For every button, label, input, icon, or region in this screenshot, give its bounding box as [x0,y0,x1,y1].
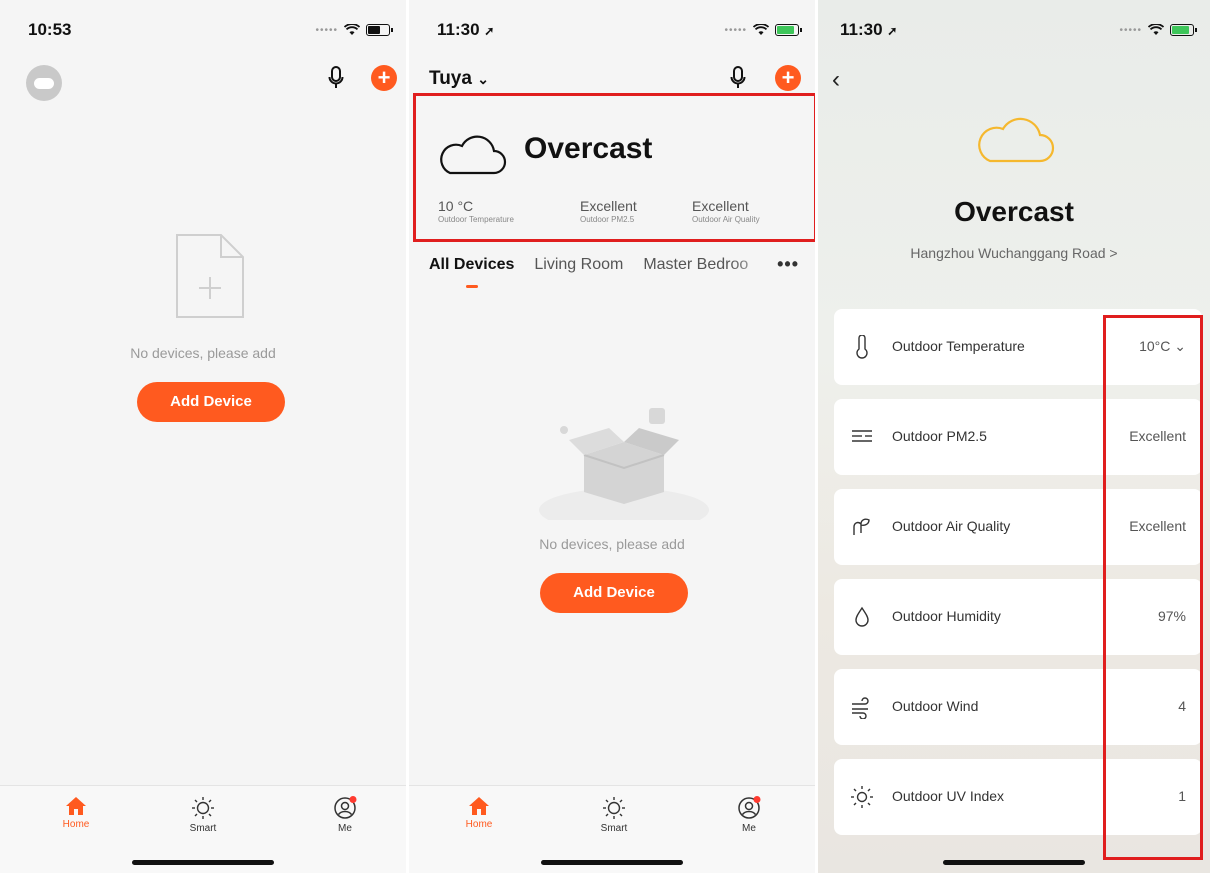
add-icon[interactable]: + [775,65,801,91]
weather-condition: Overcast [524,132,653,165]
battery-icon [775,24,802,36]
weather-stat-air-quality: Excellent Outdoor Air Quality [692,198,760,224]
location-link[interactable]: Hangzhou Wuchanggang Road > [818,245,1210,261]
profile-icon [738,796,761,819]
wifi-icon [1148,24,1164,35]
thermometer-icon [856,335,868,359]
wind-icon [852,697,869,719]
tab-bar: Home Smart Me [409,785,815,873]
phone-screen-home-weather: 11:30 ➚ ••••• Tuya ⌄ + Overcast 10 °C Ou… [409,0,815,873]
status-time: 11:30 ➚ [437,20,495,39]
tab-home[interactable]: Home [46,796,106,830]
weather-condition: Overcast [954,196,1074,227]
phone-screen-home-empty: 10:53 ••••• + No devices, please add Add… [0,0,406,873]
droplet-icon [855,606,869,627]
empty-document-icon [176,234,244,318]
add-device-button[interactable]: Add Device [137,382,285,422]
battery-icon [1170,24,1197,36]
weather-stat-pm25: Excellent Outdoor PM2.5 [580,198,637,224]
empty-box-illustration [539,408,709,520]
empty-state-text: No devices, please add [130,345,276,361]
home-indicator [541,860,683,865]
tab-home[interactable]: Home [449,796,509,830]
signal-icon: ••••• [724,24,747,36]
home-icon [469,797,489,815]
phone-screen-weather-detail: 11:30 ➚ ••••• ‹ Overcast Hangzhou Wuchan… [818,0,1210,873]
room-tabs: All Devices Living Room Master Bedroo [429,256,768,274]
weather-card[interactable]: Overcast 10 °C Outdoor Temperature Excel… [413,93,815,242]
leaf-icon [853,518,870,535]
tab-living-room[interactable]: Living Room [534,256,623,273]
add-device-button[interactable]: Add Device [540,573,688,613]
tab-me[interactable]: Me [315,796,375,834]
signal-icon: ••••• [315,24,338,36]
home-avatar[interactable] [26,65,62,101]
status-bar: 10:53 ••••• [0,18,406,48]
microphone-icon[interactable] [730,66,746,90]
tab-all-devices[interactable]: All Devices [429,256,514,273]
profile-icon [334,796,357,819]
values-highlight-box [1103,315,1203,860]
wifi-icon [344,24,360,35]
home-indicator [943,860,1085,865]
status-bar: 11:30 ➚ ••••• [409,18,815,48]
status-time: 10:53 [28,20,72,39]
status-bar: 11:30 ➚ ••••• [818,18,1210,48]
weather-stat-temperature: 10 °C Outdoor Temperature [438,198,514,224]
cloud-icon [440,135,507,175]
sun-icon [851,786,873,808]
cloud-icon [978,117,1055,163]
home-indicator [132,860,274,865]
signal-icon: ••••• [1119,24,1142,36]
status-time: 11:30 ➚ [840,20,898,39]
tab-smart[interactable]: Smart [173,796,233,834]
empty-state-text: No devices, please add [539,536,685,552]
sun-icon [603,797,625,819]
microphone-icon[interactable] [328,66,344,90]
active-tab-indicator [466,285,478,288]
more-rooms-icon[interactable]: ••• [777,254,799,275]
back-icon[interactable]: ‹ [832,66,840,94]
home-selector[interactable]: Tuya ⌄ [429,68,489,90]
add-icon[interactable]: + [371,65,397,91]
sun-icon [192,797,214,819]
tab-bar: Home Smart Me [0,785,406,873]
pm25-icon [852,430,872,442]
tab-smart[interactable]: Smart [584,796,644,834]
wifi-icon [753,24,769,35]
home-icon [66,797,86,815]
tab-me[interactable]: Me [719,796,779,834]
battery-icon [366,24,393,36]
